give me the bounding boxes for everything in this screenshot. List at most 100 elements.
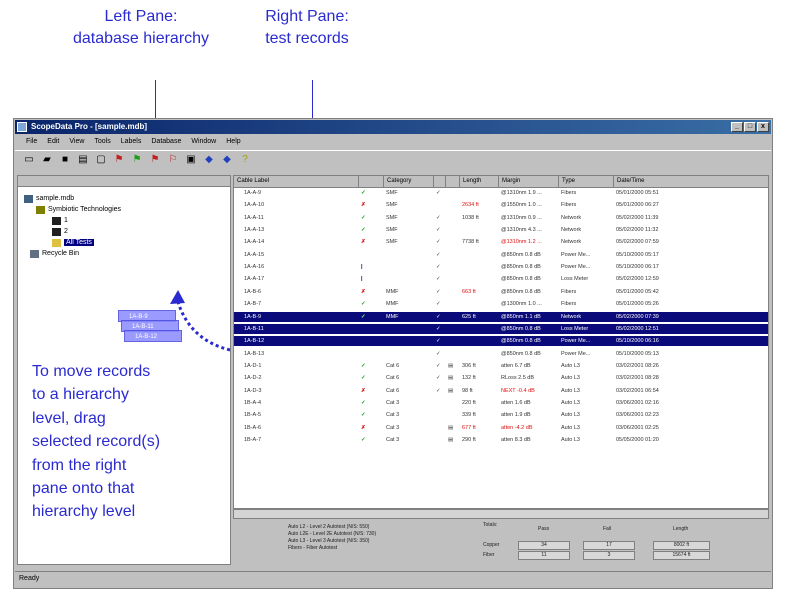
cable-label: 1A-B-6 bbox=[244, 288, 262, 295]
table-row[interactable]: 1B-A-5 ✓ Cat 3 339 ft atten 1.9 dB Auto L3 03/… bbox=[234, 410, 768, 420]
filter-pass-icon[interactable]: ⚑ bbox=[131, 154, 143, 166]
datetime-cell: 03/06/2001 02:16 bbox=[616, 399, 659, 406]
delete-icon[interactable]: ◆ bbox=[221, 154, 233, 166]
menu-view[interactable]: View bbox=[64, 135, 89, 149]
print-icon[interactable]: ▤ bbox=[77, 154, 89, 166]
column-header[interactable] bbox=[446, 176, 460, 187]
length-cell: 98 ft bbox=[462, 387, 473, 394]
length-cell: 663 ft bbox=[462, 288, 476, 295]
category-cell: Cat 6 bbox=[386, 375, 400, 382]
tree-node[interactable]: Recycle Bin bbox=[30, 248, 79, 259]
type-cell: Auto L3 bbox=[561, 437, 580, 443]
table-row[interactable]: 1A-A-16 | ✓ @850nm 0.8 dB Power Me... 05/10/2… bbox=[234, 262, 768, 272]
table-row[interactable]: 1B-A-7 ✓ Cat 3 ▤ 290 ft atten 8.3 dB Auto L3 05… bbox=[234, 435, 768, 445]
menu-database[interactable]: Database bbox=[146, 135, 186, 149]
category-cell: SMF bbox=[386, 214, 398, 221]
table-row[interactable]: 1A-B-13 ✓ @850nm 0.8 dB Power Me... 05/10/20… bbox=[234, 349, 768, 359]
table-row[interactable]: 1A-A-11 ✓ SMF ✓ 1038 ft @1310nm 0.9 ... Networ… bbox=[234, 213, 768, 223]
cable-label: 1A-B-11 bbox=[244, 325, 264, 332]
flag-icon[interactable]: ⚐ bbox=[167, 154, 179, 166]
datetime-cell: 03/06/2001 02:23 bbox=[616, 412, 659, 419]
datetime-cell: 05/02/2000 12:59 bbox=[616, 276, 659, 283]
table-row[interactable]: 1A-B-11 ✓ @850nm 0.8 dB Loss Meter 05/02/200… bbox=[234, 323, 768, 334]
category-cell: Cat 3 bbox=[386, 399, 400, 406]
print-preview-icon[interactable]: ▢ bbox=[95, 154, 107, 166]
menu-file[interactable]: File bbox=[21, 135, 42, 149]
type-cell: Network bbox=[561, 313, 582, 320]
table-row[interactable]: 1A-A-14 ✗ SMF ✓ 7738 ft @1310nm 1.2 ... Networ… bbox=[234, 237, 768, 247]
help-icon[interactable]: ? bbox=[239, 154, 251, 166]
length-cell: 2634 ft bbox=[462, 202, 479, 209]
minimize-button[interactable]: _ bbox=[731, 122, 743, 132]
tree-node[interactable]: 1 bbox=[52, 215, 68, 226]
checkmark-icon: ✓ bbox=[436, 375, 441, 382]
printer-icon[interactable]: ▣ bbox=[185, 154, 197, 166]
title-bar[interactable]: ScopeData Pro - [sample.mdb] _ □ x bbox=[15, 120, 771, 134]
datetime-cell: 05/10/2000 06:16 bbox=[616, 338, 659, 345]
menu-labels[interactable]: Labels bbox=[116, 135, 147, 149]
column-header[interactable]: Length bbox=[460, 176, 499, 187]
status-mark-icon bbox=[359, 336, 384, 346]
checkmark-icon: ✓ bbox=[436, 251, 441, 258]
table-row[interactable]: 1A-B-7 ✓ MMF ✓ @1300nm 1.0 ... Fibers 05/01/20… bbox=[234, 299, 768, 309]
table-row[interactable]: 1A-A-13 ✓ SMF ✓ @1310nm 4.3 ... Network 05/02/… bbox=[234, 225, 768, 235]
checkmark-icon bbox=[434, 435, 446, 445]
table-row[interactable]: 1A-A-9 ✓ SMF ✓ @1310nm 1.9 ... Fibers 05/01/20… bbox=[234, 188, 768, 198]
tree-node[interactable]: All Tests bbox=[52, 237, 94, 248]
datetime-cell: 03/06/2001 02:25 bbox=[616, 424, 659, 431]
column-header[interactable]: Cable Label bbox=[234, 176, 359, 187]
length-cell: 625 ft bbox=[462, 313, 476, 320]
datetime-cell: 05/01/2000 05:42 bbox=[616, 288, 659, 295]
document-icon bbox=[446, 237, 460, 247]
table-row[interactable]: 1A-D-3 ✗ Cat 6 ✓ ▤ 98 ft NEXT -0.4 dB Auto L3 03… bbox=[234, 386, 768, 396]
table-row[interactable]: 1B-A-6 ✗ Cat 3 ▤ 677 ft atten -4.2 dB Auto L3 0… bbox=[234, 423, 768, 433]
type-cell: Power Me... bbox=[561, 338, 591, 345]
table-row[interactable]: 1A-A-15 ✓ @850nm 0.8 dB Power Me... 05/10/20… bbox=[234, 250, 768, 260]
menu-help[interactable]: Help bbox=[221, 135, 245, 149]
table-row[interactable]: 1A-A-17 | ✓ @850nm 0.8 dB Loss Meter 05/02/20… bbox=[234, 274, 768, 284]
margin-cell: @1300nm 1.0 ... bbox=[501, 301, 542, 308]
column-header[interactable]: Type bbox=[559, 176, 614, 187]
category-cell: Cat 3 bbox=[386, 424, 400, 431]
column-header[interactable] bbox=[434, 176, 446, 187]
type-cell: Loss Meter bbox=[561, 325, 589, 332]
tree-node[interactable]: 2 bbox=[52, 226, 68, 237]
status-mark-icon: | bbox=[361, 276, 363, 283]
length-cell: 1038 ft bbox=[462, 214, 479, 221]
save-icon[interactable]: ■ bbox=[59, 154, 71, 166]
filter-fail-icon[interactable]: ⚑ bbox=[149, 154, 161, 166]
table-row[interactable]: 1A-A-10 ✗ SMF 2634 ft @1550nm 1.0 ... Fibers 0… bbox=[234, 200, 768, 210]
status-mark-icon: ✓ bbox=[361, 437, 366, 443]
cable-label: 1A-A-10 bbox=[244, 202, 265, 209]
tree-node[interactable]: Symbiotic Technologies bbox=[36, 204, 121, 215]
cable-label: 1A-A-14 bbox=[244, 239, 265, 246]
table-row[interactable]: 1B-A-4 ✓ Cat 3 220 ft atten 1.6 dB Auto L3 03/… bbox=[234, 398, 768, 408]
new-file-icon[interactable]: ▭ bbox=[23, 154, 35, 166]
margin-cell: @1310nm 0.9 ... bbox=[501, 214, 542, 221]
close-button[interactable]: x bbox=[757, 122, 769, 132]
horizontal-scrollbar[interactable] bbox=[233, 509, 769, 519]
cable-label: 1A-A-9 bbox=[244, 190, 262, 196]
column-header[interactable] bbox=[359, 176, 384, 187]
document-icon bbox=[446, 398, 460, 408]
table-row[interactable]: 1A-B-6 ✗ MMF ✓ 663 ft @850nm 0.8 dB Fibers 05/0… bbox=[234, 287, 768, 297]
menu-tools[interactable]: Tools bbox=[89, 135, 115, 149]
open-folder-icon[interactable]: ▰ bbox=[41, 154, 53, 166]
fiber-label: Fiber bbox=[483, 552, 495, 558]
filter-icon[interactable]: ⚑ bbox=[113, 154, 125, 166]
checkmark-icon: ✓ bbox=[436, 214, 441, 221]
menu-edit[interactable]: Edit bbox=[42, 135, 64, 149]
cable-label: 1B-A-4 bbox=[244, 399, 262, 406]
table-row[interactable]: 1A-B-12 ✓ @850nm 0.8 dB Power Me... 05/10/20… bbox=[234, 336, 768, 347]
table-row[interactable]: 1A-D-2 ✓ Cat 6 ✓ ▤ 132 ft RLoss 2.5 dB Auto L3 0… bbox=[234, 373, 768, 383]
table-row[interactable]: 1A-D-1 ✓ Cat 6 ✓ ▤ 306 ft atten 6.7 dB Auto L3 0… bbox=[234, 361, 768, 371]
menu-window[interactable]: Window bbox=[186, 135, 221, 149]
maximize-button[interactable]: □ bbox=[744, 122, 756, 132]
column-header[interactable]: Date/Time bbox=[614, 176, 768, 187]
table-row[interactable]: 1A-B-9 ✓ MMF ✓ 625 ft @850nm 1.1 dB Network 05/… bbox=[234, 311, 768, 322]
tree-node[interactable]: sample.mdb bbox=[24, 193, 74, 204]
column-header[interactable]: Margin bbox=[499, 176, 559, 187]
column-header[interactable]: Category bbox=[384, 176, 434, 187]
move-icon[interactable]: ◆ bbox=[203, 154, 215, 166]
cable-label: 1A-A-15 bbox=[244, 251, 265, 258]
